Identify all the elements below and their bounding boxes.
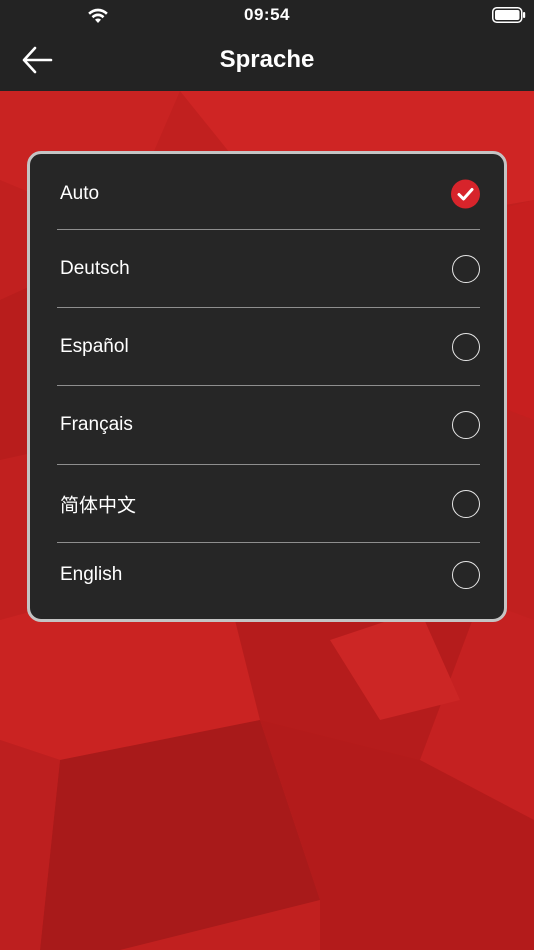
language-label: Español <box>60 336 129 357</box>
radio-circle-icon[interactable] <box>452 333 480 361</box>
language-label: Français <box>60 414 133 435</box>
battery-icon <box>492 7 526 23</box>
language-label: 简体中文 <box>60 495 137 517</box>
checkmark-circle-icon[interactable] <box>451 179 480 209</box>
language-option-espanol[interactable]: Español <box>57 308 480 386</box>
radio-circle-icon[interactable] <box>452 490 480 518</box>
language-label: English <box>60 564 123 585</box>
language-option-chinese[interactable]: 简体中文 <box>57 465 480 543</box>
language-option-deutsch[interactable]: Deutsch <box>57 230 480 308</box>
language-label: Auto <box>60 183 100 204</box>
language-label: Deutsch <box>60 258 130 279</box>
header-bar: 09:54 Sprache <box>0 0 534 91</box>
status-time: 09:54 <box>244 5 290 24</box>
language-option-english[interactable]: English <box>57 539 480 611</box>
radio-circle-icon[interactable] <box>452 561 480 589</box>
page-title: Sprache <box>219 46 315 73</box>
language-option-francais[interactable]: Français <box>57 386 480 464</box>
radio-circle-icon[interactable] <box>452 255 480 283</box>
language-list-card: Auto Deutsch Español Français 简体中文 Engli… <box>27 151 507 622</box>
radio-circle-icon[interactable] <box>452 411 480 439</box>
language-option-auto[interactable]: Auto <box>57 158 480 230</box>
